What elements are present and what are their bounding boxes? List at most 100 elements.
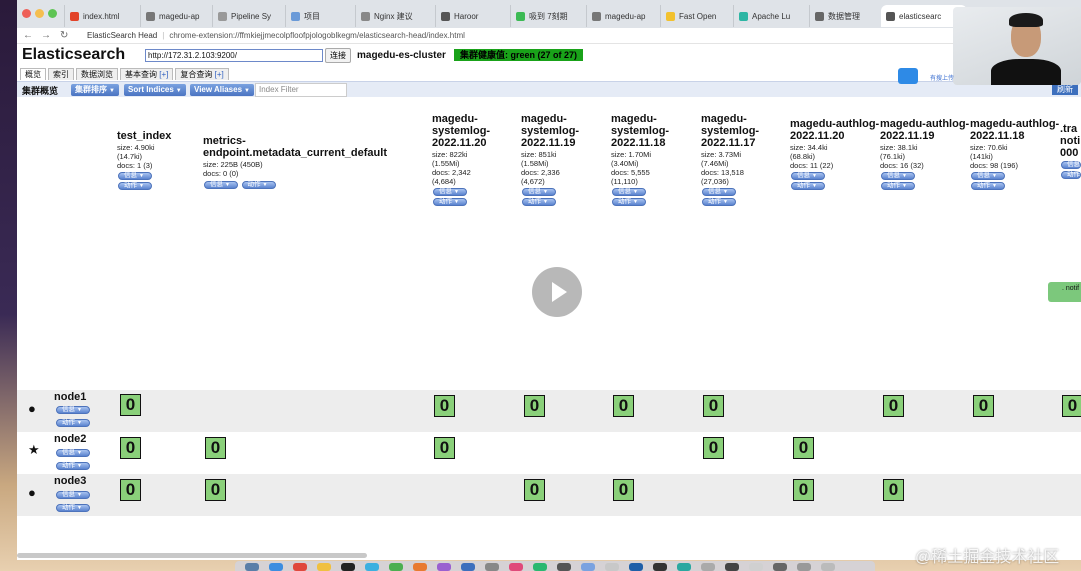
action-dropdown[interactable]: 动作 ▼ — [56, 462, 90, 470]
browser-tab[interactable]: 项目 — [285, 5, 355, 27]
app-icon[interactable] — [437, 563, 451, 571]
app-icon[interactable] — [653, 563, 667, 571]
app-icon[interactable] — [413, 563, 427, 571]
shard-box[interactable]: 0 — [613, 479, 634, 501]
safari-icon[interactable] — [269, 563, 283, 571]
shard-box[interactable]: 0 — [524, 479, 545, 501]
shard-box[interactable]: 0 — [434, 395, 455, 417]
tab-basic-query[interactable]: 基本查询 [+] — [120, 68, 174, 80]
maximize-window-icon[interactable] — [48, 9, 57, 18]
app-icon[interactable] — [533, 563, 547, 571]
shard-box[interactable]: 0 — [120, 479, 141, 501]
action-dropdown[interactable]: 动作 ▼ — [612, 198, 646, 206]
terminal-icon[interactable] — [341, 563, 355, 571]
shard-box[interactable]: 0 — [883, 395, 904, 417]
app-icon[interactable] — [725, 563, 739, 571]
app-icon[interactable] — [605, 563, 619, 571]
tab-compound-query[interactable]: 复合查询 [+] — [175, 68, 229, 80]
shard-box[interactable]: 0 — [973, 395, 994, 417]
action-dropdown[interactable]: 动作 ▼ — [881, 182, 915, 190]
app-icon[interactable] — [773, 563, 787, 571]
shard-box[interactable]: 0 — [613, 395, 634, 417]
browser-tab[interactable]: Apache Lu — [733, 5, 809, 27]
url-field[interactable]: ElasticSearch Head | chrome-extension://… — [87, 29, 465, 42]
browser-tab[interactable]: index.html — [64, 5, 140, 27]
info-dropdown[interactable]: 信息 — [1061, 161, 1081, 169]
app-icon[interactable] — [365, 563, 379, 571]
video-play-button[interactable] — [532, 267, 582, 317]
info-dropdown[interactable]: 信息 ▼ — [971, 172, 1005, 180]
shard-box[interactable]: 0 — [793, 437, 814, 459]
view-aliases-button[interactable]: View Aliases ▼ — [190, 84, 254, 96]
app-icon[interactable] — [461, 563, 475, 571]
browser-tab[interactable]: magedu-ap — [586, 5, 660, 27]
action-dropdown[interactable]: 动作 ▼ — [56, 419, 90, 427]
app-icon[interactable] — [629, 563, 643, 571]
info-dropdown[interactable]: 信息 ▼ — [433, 188, 467, 196]
browser-tab[interactable]: Nginx 建议 — [355, 5, 435, 27]
sort-cluster-button[interactable]: 集群排序 ▼ — [71, 84, 119, 96]
close-window-icon[interactable] — [22, 9, 31, 18]
action-dropdown[interactable]: 动作 ▼ — [971, 182, 1005, 190]
info-dropdown[interactable]: 信息 ▼ — [118, 172, 152, 180]
browser-tab[interactable]: Haroor — [435, 5, 510, 27]
trash-icon[interactable] — [821, 563, 835, 571]
shard-box[interactable]: 0 — [120, 437, 141, 459]
shard-box[interactable]: 0 — [883, 479, 904, 501]
browser-tab[interactable]: 数据管理 — [809, 5, 881, 27]
shard-box[interactable]: 0 — [120, 394, 141, 416]
app-icon[interactable] — [557, 563, 571, 571]
tab-indices[interactable]: 索引 — [48, 68, 74, 80]
browser-tab[interactable]: Pipeline Sy — [212, 5, 285, 27]
sort-indices-button[interactable]: Sort Indices ▼ — [124, 84, 186, 96]
browser-tab[interactable]: magedu-ap — [140, 5, 212, 27]
info-dropdown[interactable]: 信息 ▼ — [702, 188, 736, 196]
shard-box[interactable]: 0 — [205, 437, 226, 459]
info-dropdown[interactable]: 信息 ▼ — [881, 172, 915, 180]
shard-box[interactable]: 0 — [1062, 395, 1081, 417]
info-dropdown[interactable]: 信息 ▼ — [522, 188, 556, 196]
app-icon[interactable] — [389, 563, 403, 571]
info-dropdown[interactable]: 信息 ▼ — [56, 491, 90, 499]
tab-browser[interactable]: 数据浏览 — [76, 68, 118, 80]
cloud-upload-icon[interactable] — [898, 68, 918, 84]
finder-icon[interactable] — [245, 563, 259, 571]
app-icon[interactable] — [293, 563, 307, 571]
app-icon[interactable] — [485, 563, 499, 571]
action-dropdown[interactable]: 动作 ▼ — [56, 504, 90, 512]
action-dropdown[interactable]: 动作 — [1061, 171, 1081, 179]
reload-icon[interactable]: ↻ — [60, 30, 68, 41]
connect-button[interactable]: 连接 — [325, 48, 351, 63]
app-icon[interactable] — [749, 563, 763, 571]
info-dropdown[interactable]: 信息 ▼ — [791, 172, 825, 180]
browser-tab[interactable]: Fast Open — [660, 5, 733, 27]
info-dropdown[interactable]: 信息 ▼ — [56, 406, 90, 414]
app-icon[interactable] — [509, 563, 523, 571]
shard-box[interactable]: 0 — [434, 437, 455, 459]
action-dropdown[interactable]: 动作 ▼ — [118, 182, 152, 190]
app-icon[interactable] — [677, 563, 691, 571]
action-dropdown[interactable]: 动作 ▼ — [433, 198, 467, 206]
back-icon[interactable]: ← — [23, 30, 33, 41]
info-dropdown[interactable]: 信息 ▼ — [612, 188, 646, 196]
app-icon[interactable] — [797, 563, 811, 571]
info-dropdown[interactable]: 信息 ▼ — [56, 449, 90, 457]
app-icon[interactable] — [581, 563, 595, 571]
app-icon[interactable] — [317, 563, 331, 571]
shard-box[interactable]: 0 — [703, 395, 724, 417]
index-filter-input[interactable]: Index Filter — [255, 83, 347, 97]
shard-box[interactable]: 0 — [205, 479, 226, 501]
shard-box[interactable]: 0 — [703, 437, 724, 459]
refresh-button[interactable]: 刷新 — [1052, 84, 1078, 95]
shard-box[interactable]: 0 — [793, 479, 814, 501]
action-dropdown[interactable]: 动作 ▼ — [522, 198, 556, 206]
action-dropdown[interactable]: 动作 ▼ — [791, 182, 825, 190]
app-icon[interactable] — [701, 563, 715, 571]
minimize-window-icon[interactable] — [35, 9, 44, 18]
browser-tab[interactable]: 吸到 7刻期 — [510, 5, 586, 27]
tab-overview[interactable]: 概览 — [20, 68, 46, 80]
connect-url-input[interactable] — [145, 49, 323, 62]
info-dropdown[interactable]: 信息 ▼ — [204, 181, 238, 189]
horizontal-scrollbar[interactable] — [17, 553, 367, 558]
action-dropdown[interactable]: 动作 ▼ — [702, 198, 736, 206]
